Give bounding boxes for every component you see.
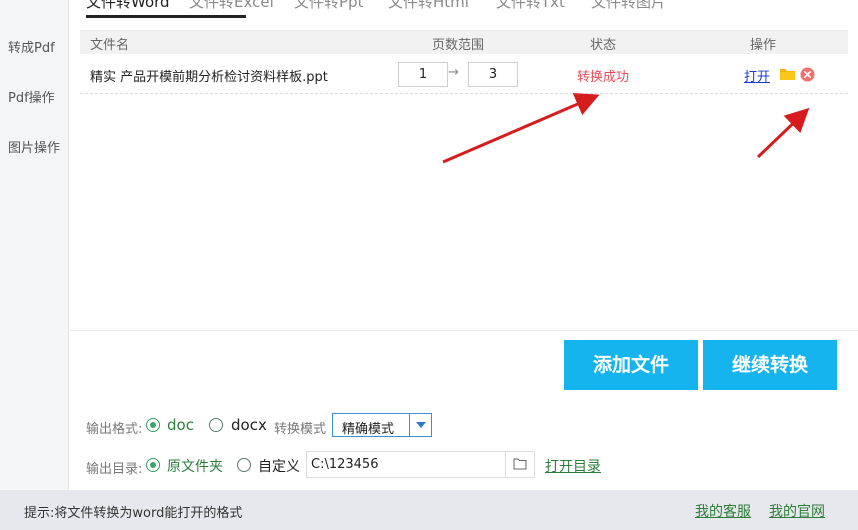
- content-divider: [70, 330, 858, 331]
- option-docx-label[interactable]: docx: [231, 416, 267, 434]
- table-row: 精实 产品开模前期分析检讨资料样板.ppt 1 → 3 转换成功 打开: [80, 56, 848, 94]
- continue-convert-button[interactable]: 继续转换: [703, 340, 837, 390]
- tab-to-excel[interactable]: 文件转Excel: [189, 0, 274, 12]
- radio-doc[interactable]: [146, 418, 160, 432]
- add-file-button[interactable]: 添加文件: [564, 340, 698, 390]
- sidebar-item-to-pdf[interactable]: 转成Pdf: [0, 37, 69, 56]
- tab-to-txt[interactable]: 文件转Txt: [496, 0, 565, 12]
- sidebar-item-image-ops[interactable]: 图片操作: [0, 137, 69, 156]
- open-file-link[interactable]: 打开: [744, 66, 770, 85]
- sidebar: 转成Pdf Pdf操作 图片操作: [0, 0, 69, 490]
- output-format-label: 输出格式:: [86, 422, 143, 437]
- file-name: 精实 产品开模前期分析检讨资料样板.ppt: [90, 70, 328, 85]
- active-tab-underline: [86, 15, 246, 18]
- tab-to-ppt[interactable]: 文件转Ppt: [294, 0, 363, 12]
- convert-mode-select[interactable]: 精确模式: [332, 413, 432, 437]
- open-directory-link[interactable]: 打开目录: [545, 456, 601, 476]
- radio-docx[interactable]: [209, 418, 223, 432]
- convert-mode-label: 转换模式: [274, 422, 327, 437]
- tab-bar: 文件转Word 文件转Excel 文件转Ppt 文件转Html 文件转Txt 文…: [70, 0, 858, 18]
- header-status: 状态: [590, 38, 617, 53]
- output-path-input[interactable]: C:\123456: [306, 451, 506, 478]
- sidebar-item-pdf-ops[interactable]: Pdf操作: [0, 87, 69, 106]
- status-bar: 提示:将文件转换为word能打开的格式 我的客服 我的官网: [0, 490, 858, 530]
- tip-text: 提示:将文件转换为word能打开的格式: [24, 506, 243, 521]
- convert-mode-value: 精确模式: [342, 422, 395, 437]
- customer-service-link[interactable]: 我的客服: [695, 501, 751, 521]
- header-filename: 文件名: [90, 38, 130, 53]
- option-custom-folder-label[interactable]: 自定义: [258, 456, 300, 476]
- folder-outline-icon: [513, 458, 527, 470]
- tab-to-image[interactable]: 文件转图片: [591, 0, 666, 12]
- official-website-link[interactable]: 我的官网: [769, 501, 825, 521]
- radio-custom-folder[interactable]: [237, 458, 251, 472]
- option-doc-label[interactable]: doc: [167, 416, 194, 434]
- annotation-arrow-actions: [756, 107, 810, 159]
- radio-original-folder[interactable]: [146, 458, 160, 472]
- tab-to-html[interactable]: 文件转Html: [388, 0, 469, 12]
- delete-icon[interactable]: [800, 67, 815, 82]
- output-dir-label: 输出目录:: [86, 462, 143, 477]
- app-window: 转成Pdf Pdf操作 图片操作 文件转Word 文件转Excel 文件转Ppt…: [0, 0, 858, 530]
- folder-icon[interactable]: [780, 68, 795, 80]
- file-table-header: 文件名 页数范围 状态 操作: [80, 30, 848, 54]
- page-to-input[interactable]: 3: [468, 62, 518, 87]
- header-page-range: 页数范围: [432, 38, 485, 53]
- tab-to-word[interactable]: 文件转Word: [86, 0, 170, 12]
- annotation-arrow-status: [442, 93, 600, 164]
- header-actions: 操作: [750, 38, 777, 53]
- option-original-folder-label[interactable]: 原文件夹: [167, 456, 223, 476]
- status-text: 转换成功: [577, 70, 630, 85]
- page-from-input[interactable]: 1: [398, 62, 448, 87]
- range-arrow-icon: →: [448, 65, 459, 80]
- chevron-down-icon[interactable]: [409, 414, 431, 436]
- browse-folder-button[interactable]: [505, 451, 535, 478]
